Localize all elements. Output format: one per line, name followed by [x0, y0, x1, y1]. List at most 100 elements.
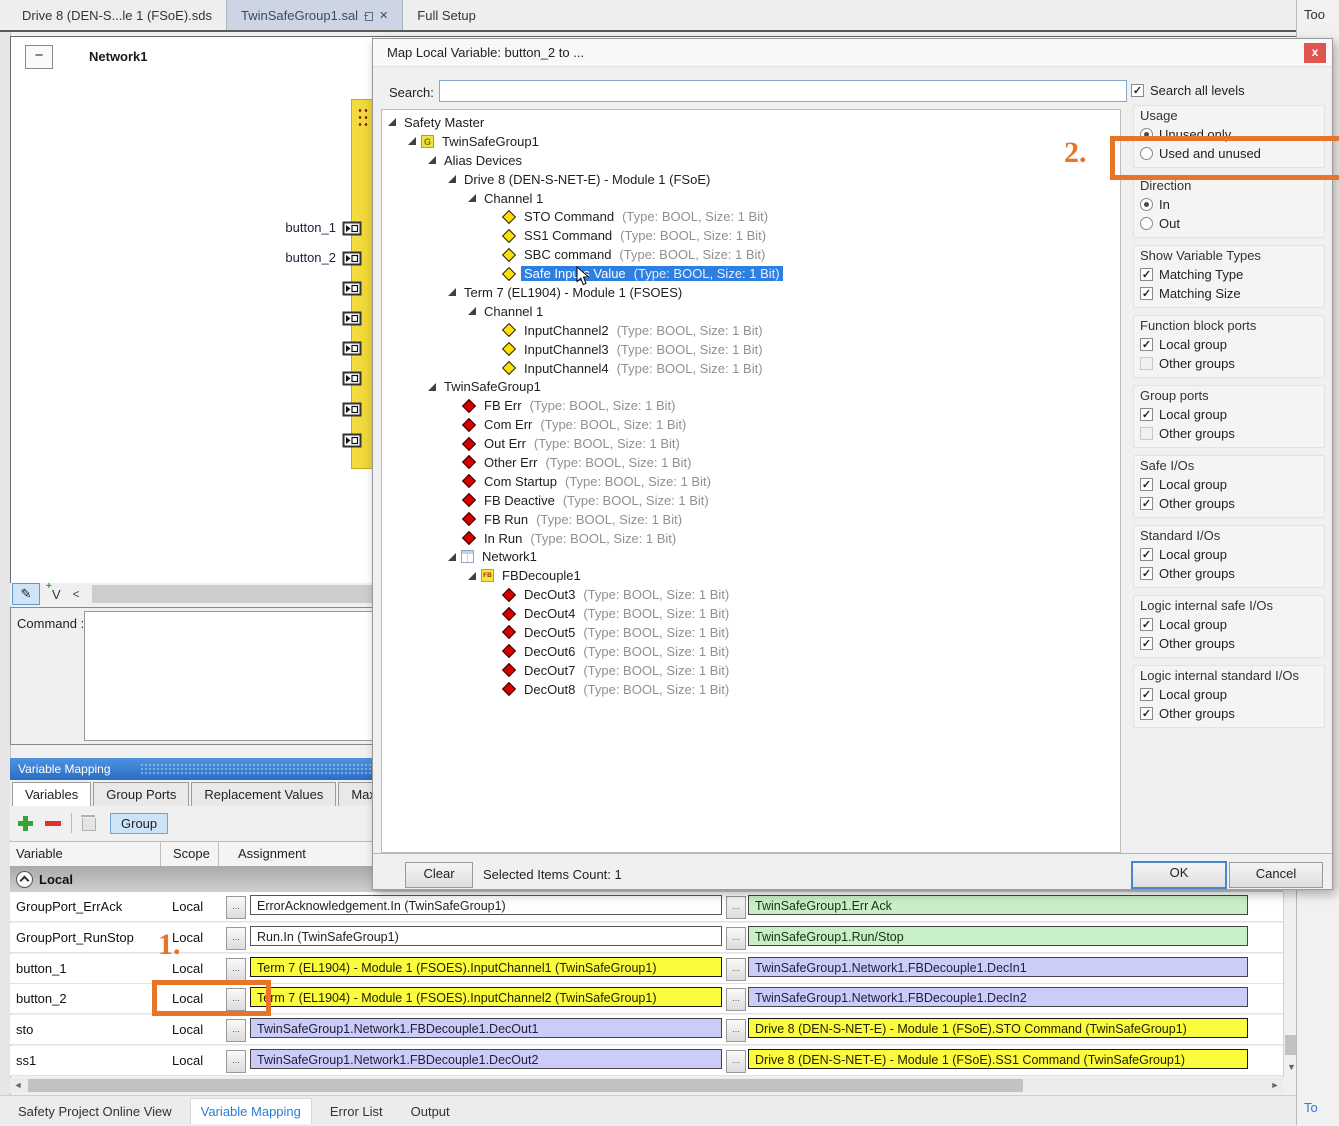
tree-item-network1[interactable]: Network1 [382, 547, 1120, 566]
tree-item-decout8[interactable]: DecOut8(Type: BOOL, Size: 1 Bit) [382, 680, 1120, 699]
expander-icon[interactable] [468, 194, 476, 202]
input-connector-icon[interactable] [342, 402, 362, 417]
checkbox-checked-icon[interactable]: ✓ [1140, 637, 1153, 650]
assignment-cell[interactable]: Drive 8 (DEN-S-NET-E) - Module 1 (FSoE).… [748, 1018, 1248, 1038]
assignment-cell[interactable]: TwinSafeGroup1.Network1.FBDecouple1.DecI… [748, 987, 1248, 1007]
option-other-groups[interactable]: ✓Other groups [1140, 706, 1318, 721]
assignment-browse-button[interactable]: ... [726, 958, 746, 981]
checkbox-checked-icon[interactable]: ✓ [1140, 548, 1153, 561]
tab-output[interactable]: Output [401, 1099, 460, 1124]
radio-selected-icon[interactable] [1140, 198, 1153, 211]
tree-item-fbdecouple1[interactable]: FBFBDecouple1 [382, 566, 1120, 585]
pin-icon[interactable] [364, 11, 373, 20]
tree-item-ss1-command[interactable]: SS1 Command(Type: BOOL, Size: 1 Bit) [382, 226, 1120, 245]
option-local-group[interactable]: ✓Local group [1140, 337, 1318, 352]
cancel-button[interactable]: Cancel [1229, 862, 1323, 888]
tree-item-channel-1[interactable]: Channel 1 [382, 189, 1120, 208]
option-other-groups[interactable]: ✓Other groups [1140, 566, 1318, 581]
tab-variables[interactable]: Variables [12, 782, 91, 806]
option-other-groups[interactable]: ✓Other groups [1140, 426, 1318, 441]
input-connector-icon[interactable] [342, 281, 362, 296]
option-in[interactable]: In [1140, 197, 1318, 212]
add-icon[interactable] [18, 816, 33, 831]
tree-item-com-err[interactable]: Com Err(Type: BOOL, Size: 1 Bit) [382, 415, 1120, 434]
tab-full-setup[interactable]: Full Setup [403, 0, 490, 30]
assignment-cell[interactable]: Drive 8 (DEN-S-NET-E) - Module 1 (FSoE).… [748, 1049, 1248, 1069]
assignment-cell[interactable]: TwinSafeGroup1.Err Ack [748, 895, 1248, 915]
input-connector-icon[interactable] [342, 371, 362, 386]
assignment-browse-button[interactable]: ... [726, 988, 746, 1011]
search-all-levels-option[interactable]: ✓ Search all levels [1131, 83, 1245, 98]
checkbox-unchecked-icon[interactable]: ✓ [1140, 427, 1153, 440]
tree-item-sto-command[interactable]: STO Command(Type: BOOL, Size: 1 Bit) [382, 207, 1120, 226]
radio-unselected-icon[interactable] [1140, 217, 1153, 230]
assignment-browse-button[interactable]: ... [226, 958, 246, 981]
assignment-cell[interactable]: Term 7 (EL1904) - Module 1 (FSOES).Input… [250, 957, 722, 977]
delete-icon[interactable] [82, 818, 96, 831]
toolbox-bottom-tab[interactable]: To [1304, 1100, 1318, 1115]
scrollbar-thumb[interactable] [28, 1079, 1023, 1092]
tab-group-ports[interactable]: Group Ports [93, 782, 189, 806]
variable-tree[interactable]: Safety MasterGTwinSafeGroup1Alias Device… [381, 109, 1121, 853]
input-connector-icon[interactable] [342, 221, 362, 236]
tab-replacement-values[interactable]: Replacement Values [191, 782, 336, 806]
tree-item-com-startup[interactable]: Com Startup(Type: BOOL, Size: 1 Bit) [382, 472, 1120, 491]
tree-item-in-run[interactable]: In Run(Type: BOOL, Size: 1 Bit) [382, 529, 1120, 548]
tree-item-alias-devices[interactable]: Alias Devices [382, 151, 1120, 170]
table-row-ss1[interactable]: ss1Local...TwinSafeGroup1.Network1.FBDec… [10, 1046, 1283, 1076]
checkbox-checked-icon[interactable]: ✓ [1140, 478, 1153, 491]
checkbox-checked-icon[interactable]: ✓ [1140, 707, 1153, 720]
table-row-groupport-runstop[interactable]: GroupPort_RunStopLocal...Run.In (TwinSaf… [10, 923, 1283, 953]
assignment-browse-button[interactable]: ... [726, 927, 746, 950]
tree-item-safety-master[interactable]: Safety Master [382, 113, 1120, 132]
horizontal-scrollbar[interactable]: ◄ ► [10, 1078, 1283, 1093]
tab-safety-project-online-view[interactable]: Safety Project Online View [8, 1099, 182, 1124]
table-row-groupport-errack[interactable]: GroupPort_ErrAckLocal...ErrorAcknowledge… [10, 892, 1283, 922]
tree-item-out-err[interactable]: Out Err(Type: BOOL, Size: 1 Bit) [382, 434, 1120, 453]
checkbox-checked-icon[interactable]: ✓ [1131, 84, 1144, 97]
tree-item-drive-8-den-s-net-e-module-1-fsoe[interactable]: Drive 8 (DEN-S-NET-E) - Module 1 (FSoE) [382, 170, 1120, 189]
option-local-group[interactable]: ✓Local group [1140, 687, 1318, 702]
option-local-group[interactable]: ✓Local group [1140, 407, 1318, 422]
tree-item-twinsafegroup1[interactable]: GTwinSafeGroup1 [382, 132, 1120, 151]
option-out[interactable]: Out [1140, 216, 1318, 231]
checkbox-checked-icon[interactable]: ✓ [1140, 567, 1153, 580]
expander-icon[interactable] [388, 118, 396, 126]
option-other-groups[interactable]: ✓Other groups [1140, 636, 1318, 651]
input-connector-icon[interactable] [342, 433, 362, 448]
clear-button[interactable]: Clear [405, 862, 473, 888]
group-button[interactable]: Group [110, 813, 168, 834]
add-variable-icon[interactable]: V [52, 587, 61, 602]
tree-item-decout6[interactable]: DecOut6(Type: BOOL, Size: 1 Bit) [382, 642, 1120, 661]
tree-item-twinsafegroup1[interactable]: TwinSafeGroup1 [382, 377, 1120, 396]
expander-icon[interactable] [408, 137, 416, 145]
collapse-group-icon[interactable] [16, 871, 33, 888]
tree-item-decout7[interactable]: DecOut7(Type: BOOL, Size: 1 Bit) [382, 661, 1120, 680]
scroll-right-icon[interactable]: ► [1267, 1078, 1283, 1093]
assignment-cell[interactable]: TwinSafeGroup1.Network1.FBDecouple1.DecO… [250, 1049, 722, 1069]
checkbox-checked-icon[interactable]: ✓ [1140, 688, 1153, 701]
assignment-cell[interactable]: TwinSafeGroup1.Network1.FBDecouple1.DecI… [748, 957, 1248, 977]
tab-variable-mapping[interactable]: Variable Mapping [190, 1098, 312, 1124]
tree-item-inputchannel3[interactable]: InputChannel3(Type: BOOL, Size: 1 Bit) [382, 340, 1120, 359]
tree-item-other-err[interactable]: Other Err(Type: BOOL, Size: 1 Bit) [382, 453, 1120, 472]
tree-item-fb-deactive[interactable]: FB Deactive(Type: BOOL, Size: 1 Bit) [382, 491, 1120, 510]
expander-icon[interactable] [448, 553, 456, 561]
tab-drive8-sds[interactable]: Drive 8 (DEN-S...le 1 (FSoE).sds [8, 0, 226, 30]
tree-item-decout3[interactable]: DecOut3(Type: BOOL, Size: 1 Bit) [382, 585, 1120, 604]
expander-icon[interactable] [448, 288, 456, 296]
input-connector-icon[interactable] [342, 311, 362, 326]
edit-pencil-icon[interactable]: ✎ [12, 583, 40, 605]
assignment-browse-button[interactable]: ... [726, 896, 746, 919]
expander-icon[interactable] [428, 156, 436, 164]
assignment-cell[interactable]: Term 7 (EL1904) - Module 1 (FSOES).Input… [250, 987, 722, 1007]
tree-item-decout4[interactable]: DecOut4(Type: BOOL, Size: 1 Bit) [382, 604, 1120, 623]
assignment-browse-button[interactable]: ... [226, 1050, 246, 1073]
checkbox-checked-icon[interactable]: ✓ [1140, 408, 1153, 421]
option-local-group[interactable]: ✓Local group [1140, 547, 1318, 562]
tree-item-inputchannel2[interactable]: InputChannel2(Type: BOOL, Size: 1 Bit) [382, 321, 1120, 340]
input-connector-icon[interactable] [342, 341, 362, 356]
option-other-groups[interactable]: ✓Other groups [1140, 496, 1318, 511]
network-collapse-button[interactable]: − [25, 45, 53, 69]
expander-icon[interactable] [448, 175, 456, 183]
